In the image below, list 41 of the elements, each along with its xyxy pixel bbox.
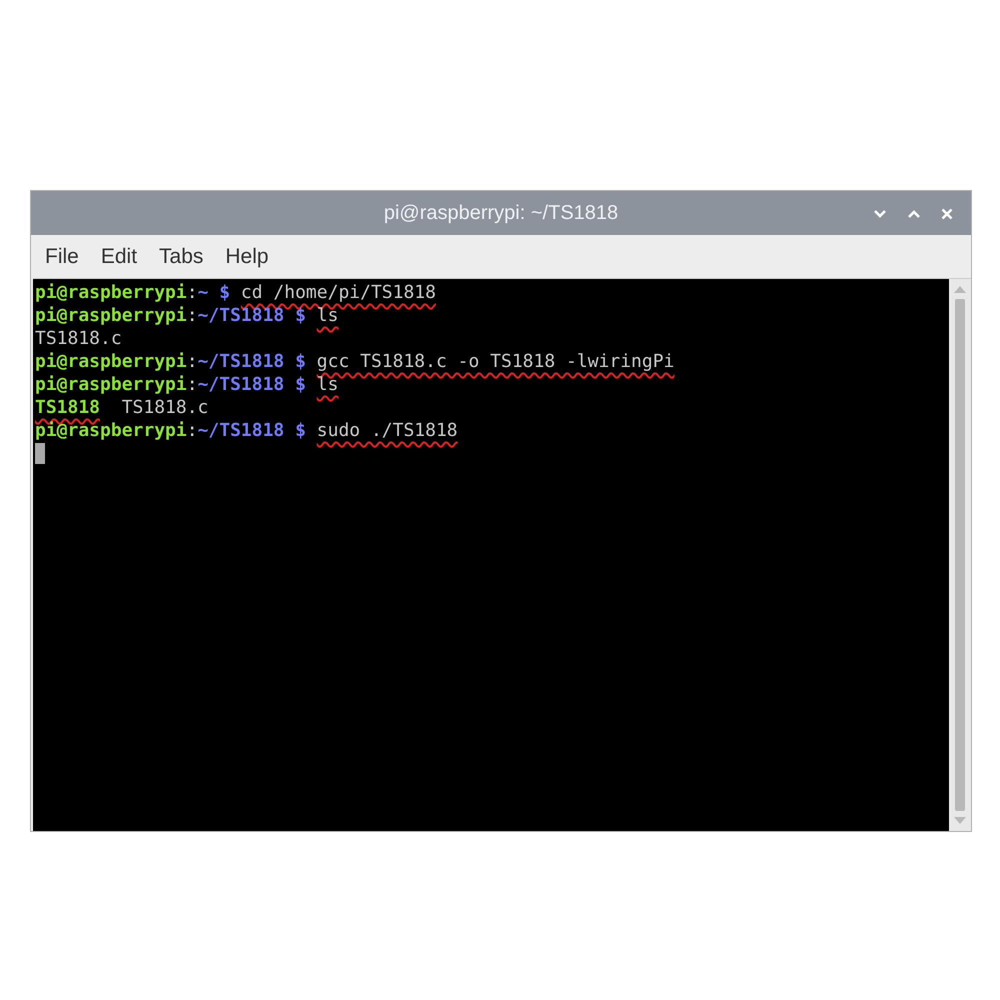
prompt-symbol: $ bbox=[295, 350, 306, 373]
prompt-user: pi@raspberrypi bbox=[35, 281, 187, 304]
menu-item[interactable]: File bbox=[45, 244, 79, 268]
prompt-symbol: $ bbox=[295, 419, 306, 442]
prompt-user: pi@raspberrypi bbox=[35, 304, 187, 327]
maximize-icon[interactable] bbox=[907, 209, 921, 219]
scrollbar-thumb[interactable] bbox=[955, 299, 965, 811]
minimize-icon[interactable] bbox=[873, 209, 887, 219]
command-text: ls bbox=[316, 304, 338, 327]
prompt-colon: : bbox=[186, 304, 198, 327]
prompt-path: ~/TS1818 bbox=[198, 350, 284, 373]
prompt-user: pi@raspberrypi bbox=[35, 419, 187, 442]
command-text: sudo ./TS1818 bbox=[316, 419, 458, 442]
text-cursor bbox=[35, 443, 45, 464]
prompt-symbol: $ bbox=[295, 373, 306, 396]
scroll-down-icon[interactable] bbox=[954, 817, 966, 825]
prompt-path: ~/TS1818 bbox=[198, 304, 284, 327]
prompt-path: ~/TS1818 bbox=[198, 419, 284, 442]
menu-item[interactable]: Help bbox=[225, 244, 269, 268]
window-title: pi@raspberrypi: ~/TS1818 bbox=[384, 202, 618, 224]
prompt-colon: : bbox=[186, 419, 198, 442]
prompt-colon: : bbox=[186, 373, 198, 396]
close-icon[interactable] bbox=[941, 208, 953, 220]
prompt-symbol: $ bbox=[219, 281, 230, 304]
scroll-up-icon[interactable] bbox=[954, 285, 966, 293]
prompt-path: ~ bbox=[198, 281, 208, 304]
prompt-symbol: $ bbox=[295, 304, 306, 327]
command-text: cd /home/pi/TS1818 bbox=[240, 281, 436, 304]
scrollbar[interactable] bbox=[949, 279, 971, 831]
output-text: TS1818 bbox=[35, 396, 100, 419]
prompt-colon: : bbox=[186, 350, 198, 373]
menu-item[interactable]: Edit bbox=[100, 244, 138, 268]
prompt-colon: : bbox=[186, 281, 198, 304]
output-text: TS1818.c bbox=[35, 327, 122, 350]
prompt-user: pi@raspberrypi bbox=[35, 373, 187, 396]
prompt-user: pi@raspberrypi bbox=[35, 350, 187, 373]
menu-item[interactable]: Tabs bbox=[159, 244, 204, 268]
command-text: gcc TS1818.c -o TS1818 -lwiringPi bbox=[316, 350, 674, 373]
prompt-path: ~/TS1818 bbox=[198, 373, 284, 396]
command-text: ls bbox=[316, 373, 338, 396]
output-text: TS1818.c bbox=[122, 396, 208, 419]
